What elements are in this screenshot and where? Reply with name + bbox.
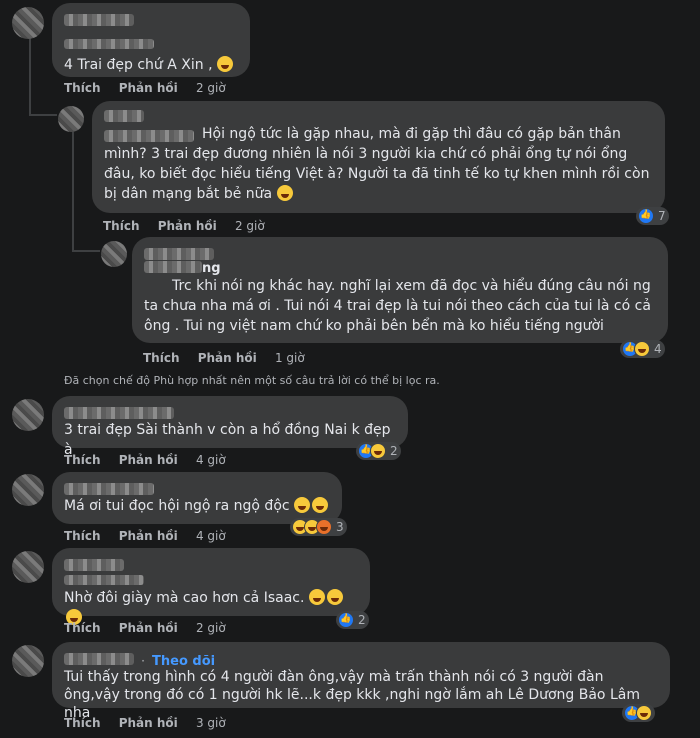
timestamp[interactable]: 4 giờ: [196, 529, 226, 543]
like-button[interactable]: Thích: [64, 453, 101, 467]
avatar[interactable]: [12, 7, 44, 39]
avatar[interactable]: [101, 241, 127, 267]
reaction-summary[interactable]: 👍 2: [356, 442, 401, 460]
timestamp[interactable]: 4 giờ: [196, 453, 226, 467]
author-name[interactable]: [64, 34, 238, 53]
comment-bubble: Má ơi tui đọc hội ngộ ra ngộ độc: [52, 472, 342, 524]
angry-reaction-icon: [316, 519, 332, 535]
tears-of-joy-emoji-icon: [326, 589, 343, 605]
haha-reaction-icon: [636, 705, 652, 721]
haha-reaction-icon: [370, 443, 386, 459]
reply-button[interactable]: Phản hồi: [119, 453, 178, 467]
avatar[interactable]: [12, 399, 44, 431]
reply-button[interactable]: Phản hồi: [119, 529, 178, 543]
comment-text: Trc khi nói ng khác hay. nghĩ lại xem đã…: [144, 278, 651, 334]
timestamp[interactable]: 2 giờ: [196, 81, 226, 95]
thread-line: [29, 114, 57, 116]
reaction-summary[interactable]: 3: [290, 518, 347, 536]
worried-emoji-icon: [294, 497, 311, 513]
haha-reaction-icon: [634, 341, 650, 357]
comment-bubble: Hội ngộ tức là gặp nhau, mà đi gặp thì đ…: [92, 101, 665, 213]
like-reaction-icon: 👍: [638, 208, 654, 224]
author-name[interactable]: [144, 245, 656, 261]
angry-emoji-icon: [312, 497, 329, 513]
smiling-emoji-icon: [276, 185, 293, 201]
reply-button[interactable]: Phản hồi: [119, 81, 178, 95]
reply-button[interactable]: Phản hồi: [158, 219, 217, 233]
laughing-emoji-icon: [217, 56, 233, 72]
author-name[interactable]: [64, 570, 358, 585]
reaction-summary[interactable]: 👍: [622, 704, 655, 722]
author-name[interactable]: [64, 480, 330, 495]
like-button[interactable]: Thích: [64, 621, 101, 635]
reply-button[interactable]: Phản hồi: [198, 351, 257, 365]
comment-bubble: · Theo dõi Tui thấy trong hình có 4 ngườ…: [52, 642, 670, 721]
like-button[interactable]: Thích: [64, 529, 101, 543]
reaction-summary[interactable]: 👍 2: [336, 611, 369, 629]
timestamp[interactable]: 3 giờ: [196, 716, 226, 730]
filter-notice: Đã chọn chế độ Phù hợp nhất nên một số c…: [64, 374, 440, 387]
avatar[interactable]: [58, 106, 84, 132]
avatar[interactable]: [12, 474, 44, 506]
comment-text: Nhờ đôi giày mà cao hơn cả Isaac.: [64, 590, 305, 606]
author-name[interactable]: [104, 107, 144, 126]
timestamp[interactable]: 2 giờ: [196, 621, 226, 635]
author-name[interactable]: [104, 127, 194, 146]
thread-line: [29, 38, 31, 116]
author-name-suffix[interactable]: ng: [202, 261, 221, 276]
comment-bubble: Nhờ đôi giày mà cao hơn cả Isaac.: [52, 548, 370, 625]
thread-line: [72, 130, 74, 252]
reply-button[interactable]: Phản hồi: [119, 621, 178, 635]
comment-text: 4 Trai đẹp chứ A Xin ,: [64, 57, 213, 73]
author-name[interactable]: [64, 556, 358, 571]
reaction-summary[interactable]: 👍 4: [620, 340, 665, 358]
follow-button[interactable]: Theo dõi: [152, 654, 215, 669]
reaction-count: 3: [336, 520, 344, 534]
comment-text: Tui thấy trong hình có 4 người đàn ông,v…: [64, 669, 640, 721]
reaction-summary[interactable]: 👍 7: [636, 207, 669, 225]
author-name[interactable]: [64, 11, 238, 30]
like-reaction-icon: 👍: [338, 612, 354, 628]
comment-bubble: 4 Trai đẹp chứ A Xin ,: [52, 3, 250, 77]
reaction-count: 2: [358, 613, 366, 627]
timestamp[interactable]: 2 giờ: [235, 219, 265, 233]
avatar[interactable]: [12, 645, 44, 677]
reaction-count: 4: [654, 342, 662, 356]
reaction-count: 2: [390, 444, 398, 458]
comment-bubble: 3 trai đẹp Sài thành v còn a hổ đồng Nai…: [52, 396, 408, 458]
comment-text: Má ơi tui đọc hội ngộ ra ngộ độc: [64, 498, 290, 514]
author-name[interactable]: [64, 404, 396, 419]
like-button[interactable]: Thích: [64, 716, 101, 730]
reaction-count: 7: [658, 209, 666, 223]
author-name[interactable]: [64, 650, 134, 669]
like-button[interactable]: Thích: [64, 81, 101, 95]
thread-line: [72, 250, 100, 252]
tears-of-joy-emoji-icon: [308, 589, 325, 605]
avatar[interactable]: [12, 551, 44, 583]
author-name[interactable]: ng: [144, 261, 656, 276]
like-button[interactable]: Thích: [143, 351, 180, 365]
like-button[interactable]: Thích: [103, 219, 140, 233]
comment-bubble: ng Trc khi nói ng khác hay. nghĩ lại xem…: [132, 237, 668, 343]
reply-button[interactable]: Phản hồi: [119, 716, 178, 730]
timestamp[interactable]: 1 giờ: [275, 351, 305, 365]
